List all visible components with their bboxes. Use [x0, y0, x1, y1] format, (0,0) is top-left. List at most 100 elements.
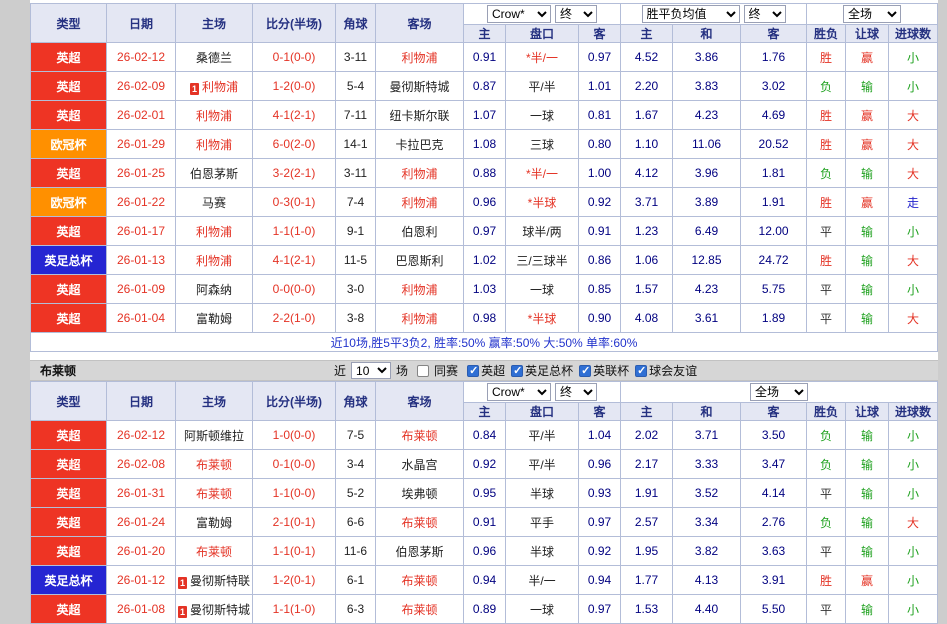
avg-draw-odds: 3.71	[673, 421, 741, 450]
handicap-result-value: 输	[846, 246, 889, 275]
home-team[interactable]: 利物浦	[196, 254, 232, 268]
home-team[interactable]: 利物浦	[202, 80, 238, 94]
home-team[interactable]: 布莱顿	[196, 458, 232, 472]
away-team[interactable]: 利物浦	[401, 312, 437, 326]
away-team[interactable]: 水晶宫	[401, 458, 437, 472]
odds-time-select[interactable]: 终	[555, 5, 597, 23]
match-score[interactable]: 1-2(0-0)	[253, 72, 336, 101]
match-date: 26-01-29	[107, 130, 176, 159]
handicap-away-odds: 0.90	[579, 304, 621, 333]
league-badge: 欧冠杯	[31, 130, 107, 159]
avg-away-odds: 3.91	[741, 566, 807, 595]
same-opponent-checkbox[interactable]	[417, 365, 429, 377]
avg-time-select[interactable]: 终	[744, 5, 786, 23]
match-score[interactable]: 6-0(2-0)	[253, 130, 336, 159]
away-team-cell: 曼彻斯特城	[376, 72, 464, 101]
odds-time-select[interactable]: 终	[555, 383, 597, 401]
match-score[interactable]: 4-1(2-1)	[253, 246, 336, 275]
match-score[interactable]: 2-1(0-1)	[253, 508, 336, 537]
away-team[interactable]: 曼彻斯特城	[389, 80, 449, 94]
col-home: 主场	[176, 382, 253, 421]
goals-result-value: 小	[889, 421, 938, 450]
goals-result-value: 小	[889, 566, 938, 595]
home-team[interactable]: 阿斯顿维拉	[184, 429, 244, 443]
away-team[interactable]: 伯恩利	[401, 225, 437, 239]
match-score[interactable]: 1-1(0-1)	[253, 537, 336, 566]
league-badge: 英超	[31, 450, 107, 479]
result-value: 平	[807, 275, 846, 304]
match-score[interactable]: 1-1(1-0)	[253, 217, 336, 246]
scope-controls: 全场	[807, 4, 938, 25]
away-team[interactable]: 巴恩斯利	[395, 254, 443, 268]
away-team[interactable]: 伯恩茅斯	[395, 545, 443, 559]
match-score[interactable]: 1-1(0-0)	[253, 479, 336, 508]
away-team-cell: 卡拉巴克	[376, 130, 464, 159]
home-team[interactable]: 桑德兰	[196, 51, 232, 65]
home-team[interactable]: 伯恩茅斯	[190, 167, 238, 181]
team1-history-table: 类型 日期 主场 比分(半场) 角球 客场 Crow*终 胜平负均值终 全场 主…	[30, 3, 938, 352]
home-team[interactable]: 富勒姆	[196, 516, 232, 530]
match-score[interactable]: 2-2(1-0)	[253, 304, 336, 333]
home-team[interactable]: 布莱顿	[196, 487, 232, 501]
home-team[interactable]: 曼彻斯特城	[190, 603, 250, 617]
away-team[interactable]: 布莱顿	[401, 603, 437, 617]
corners-value: 6-6	[336, 508, 376, 537]
home-team[interactable]: 利物浦	[196, 138, 232, 152]
filter-checkbox-premier[interactable]	[467, 365, 479, 377]
home-team[interactable]: 利物浦	[196, 225, 232, 239]
home-team[interactable]: 布莱顿	[196, 545, 232, 559]
home-team[interactable]: 马赛	[202, 196, 226, 210]
match-score[interactable]: 0-0(0-0)	[253, 275, 336, 304]
match-score[interactable]: 4-1(2-1)	[253, 101, 336, 130]
avg-away-odds: 4.14	[741, 479, 807, 508]
away-team[interactable]: 布莱顿	[401, 574, 437, 588]
handicap-home-odds: 1.02	[464, 246, 506, 275]
result-value: 平	[807, 537, 846, 566]
away-team[interactable]: 卡拉巴克	[395, 138, 443, 152]
match-score[interactable]: 0-3(0-1)	[253, 188, 336, 217]
away-team[interactable]: 利物浦	[401, 167, 437, 181]
home-team[interactable]: 曼彻斯特联	[190, 574, 250, 588]
bookmaker-select[interactable]: Crow*	[487, 383, 551, 401]
corners-value: 3-4	[336, 450, 376, 479]
handicap-home-odds: 0.89	[464, 595, 506, 624]
filter-checkbox-friendly[interactable]	[635, 365, 647, 377]
match-score[interactable]: 0-1(0-0)	[253, 450, 336, 479]
handicap-result-value: 输	[846, 595, 889, 624]
away-team[interactable]: 利物浦	[401, 51, 437, 65]
away-team[interactable]: 纽卡斯尔联	[389, 109, 449, 123]
avg-select[interactable]: 胜平负均值	[642, 5, 740, 23]
match-score[interactable]: 1-0(0-0)	[253, 421, 336, 450]
match-score[interactable]: 0-1(0-0)	[253, 43, 336, 72]
near-count-select[interactable]: 10	[351, 362, 391, 379]
scope-select[interactable]: 全场	[750, 383, 808, 401]
filter-checkbox-facup[interactable]	[511, 365, 523, 377]
away-team[interactable]: 埃弗顿	[401, 487, 437, 501]
match-row: 欧冠杯26-01-29利物浦6-0(2-0)14-1卡拉巴克1.08三球0.80…	[31, 130, 938, 159]
result-value: 平	[807, 304, 846, 333]
away-team[interactable]: 利物浦	[401, 196, 437, 210]
home-team[interactable]: 利物浦	[196, 109, 232, 123]
away-team[interactable]: 布莱顿	[401, 429, 437, 443]
handicap-away-odds: 0.86	[579, 246, 621, 275]
match-row: 英超26-02-08布莱顿0-1(0-0)3-4水晶宫0.92平/半0.962.…	[31, 450, 938, 479]
bookmaker-select[interactable]: Crow*	[487, 5, 551, 23]
handicap-away-odds: 0.92	[579, 188, 621, 217]
avg-home-odds: 1.23	[621, 217, 673, 246]
match-score[interactable]: 3-2(2-1)	[253, 159, 336, 188]
match-score[interactable]: 1-1(1-0)	[253, 595, 336, 624]
filter-checkbox-eflcup[interactable]	[579, 365, 591, 377]
col-score: 比分(半场)	[253, 382, 336, 421]
home-team[interactable]: 阿森纳	[196, 283, 232, 297]
match-row: 英超26-01-25伯恩茅斯3-2(2-1)3-11利物浦0.88*半/一1.0…	[31, 159, 938, 188]
home-team-cell: 桑德兰	[176, 43, 253, 72]
avg-draw-odds: 3.89	[673, 188, 741, 217]
col-date: 日期	[107, 4, 176, 43]
away-team[interactable]: 布莱顿	[401, 516, 437, 530]
away-team[interactable]: 利物浦	[401, 283, 437, 297]
home-team[interactable]: 富勒姆	[196, 312, 232, 326]
match-score[interactable]: 1-2(0-1)	[253, 566, 336, 595]
scope-select[interactable]: 全场	[843, 5, 901, 23]
match-row: 英足总杯26-01-121曼彻斯特联1-2(0-1)6-1布莱顿0.94半/一0…	[31, 566, 938, 595]
handicap-line: 半球	[506, 537, 579, 566]
